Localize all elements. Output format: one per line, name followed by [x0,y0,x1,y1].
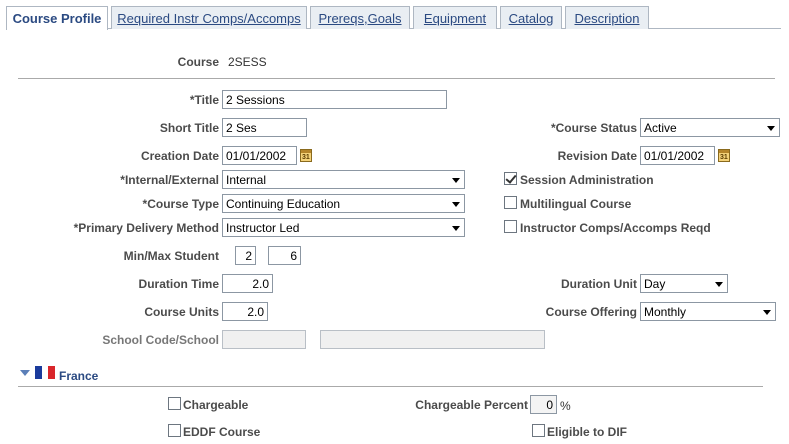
duration-time-label: Duration Time [138,277,219,291]
chargeable-percent-label: Chargeable Percent [415,398,528,412]
chargeable-percent-input[interactable] [530,395,557,414]
short-title-input[interactable] [222,118,307,137]
short-title-label: Short Title [159,121,219,135]
internal-external-label: *Internal/External [120,173,219,187]
tab-required-instr-comps[interactable]: Required Instr Comps/Accomps [111,6,307,29]
title-input[interactable] [222,90,447,109]
course-type-select[interactable]: Continuing Education [222,194,465,213]
course-offering-select[interactable]: Monthly [640,302,776,321]
session-admin-label: Session Administration [520,173,654,187]
min-student-input[interactable] [235,246,256,265]
chargeable-checkbox[interactable] [168,397,181,410]
eddf-course-checkbox[interactable] [168,424,181,437]
title-label: *Title [189,93,219,107]
percent-unit: % [560,399,571,413]
course-label: Course [177,55,219,69]
internal-external-select[interactable]: Internal [222,170,465,189]
school-name-input [320,330,545,349]
chevron-down-icon [452,226,460,231]
school-code-input [222,330,306,349]
france-section-title[interactable]: France [59,369,98,383]
tab-catalog[interactable]: Catalog [500,6,562,29]
session-admin-checkbox[interactable] [504,172,517,185]
calendar-icon[interactable]: 31 [300,149,312,162]
internal-external-value: Internal [226,172,267,187]
max-student-input[interactable] [268,246,301,265]
multilingual-checkbox[interactable] [504,196,517,209]
chargeable-label: Chargeable [183,398,249,412]
section-divider [18,386,763,387]
course-status-value: Active [644,120,677,135]
revision-date-input[interactable] [640,146,715,165]
course-status-label: *Course Status [550,121,637,135]
course-value: 2SESS [228,55,267,69]
course-status-select[interactable]: Active [640,118,780,137]
course-offering-value: Monthly [644,304,687,319]
chevron-down-icon [715,282,723,287]
creation-date-input[interactable] [222,146,297,165]
min-max-student-label: Min/Max Student [123,249,219,263]
header-divider [18,78,775,79]
duration-unit-value: Day [644,276,666,291]
chevron-down-icon [767,126,775,131]
instr-comps-reqd-label: Instructor Comps/Accomps Reqd [520,221,711,235]
calendar-icon[interactable]: 31 [718,149,730,162]
course-units-input[interactable] [222,302,268,321]
tab-course-profile[interactable]: Course Profile [6,6,108,30]
duration-time-input[interactable] [222,274,273,293]
calendar-glyph: 31 [720,154,728,161]
school-label: School Code/School [102,333,219,347]
revision-date-label: Revision Date [557,149,637,163]
creation-date-label: Creation Date [140,149,219,163]
delivery-method-select[interactable]: Instructor Led [222,218,465,237]
duration-unit-select[interactable]: Day [640,274,728,293]
tab-prereqs-goals[interactable]: Prereqs,Goals [310,6,410,29]
course-type-label: *Course Type [142,197,219,211]
tab-description[interactable]: Description [565,6,649,29]
delivery-method-value: Instructor Led [226,220,300,235]
chevron-down-icon [763,310,771,315]
course-units-label: Course Units [144,305,219,319]
course-offering-label: Course Offering [545,305,637,319]
multilingual-label: Multilingual Course [520,197,632,211]
eddf-course-label: EDDF Course [183,425,261,439]
duration-unit-label: Duration Unit [561,277,637,291]
instr-comps-reqd-checkbox[interactable] [504,220,517,233]
eligible-dif-checkbox[interactable] [532,424,545,437]
course-type-value: Continuing Education [226,196,341,211]
calendar-glyph: 31 [302,154,310,161]
france-flag-icon [35,366,56,379]
collapse-triangle-icon[interactable] [20,370,30,376]
chevron-down-icon [452,202,460,207]
eligible-dif-label: Eligible to DIF [547,425,627,439]
delivery-method-label: *Primary Delivery Method [73,221,219,235]
chevron-down-icon [452,178,460,183]
tab-equipment[interactable]: Equipment [413,6,497,29]
